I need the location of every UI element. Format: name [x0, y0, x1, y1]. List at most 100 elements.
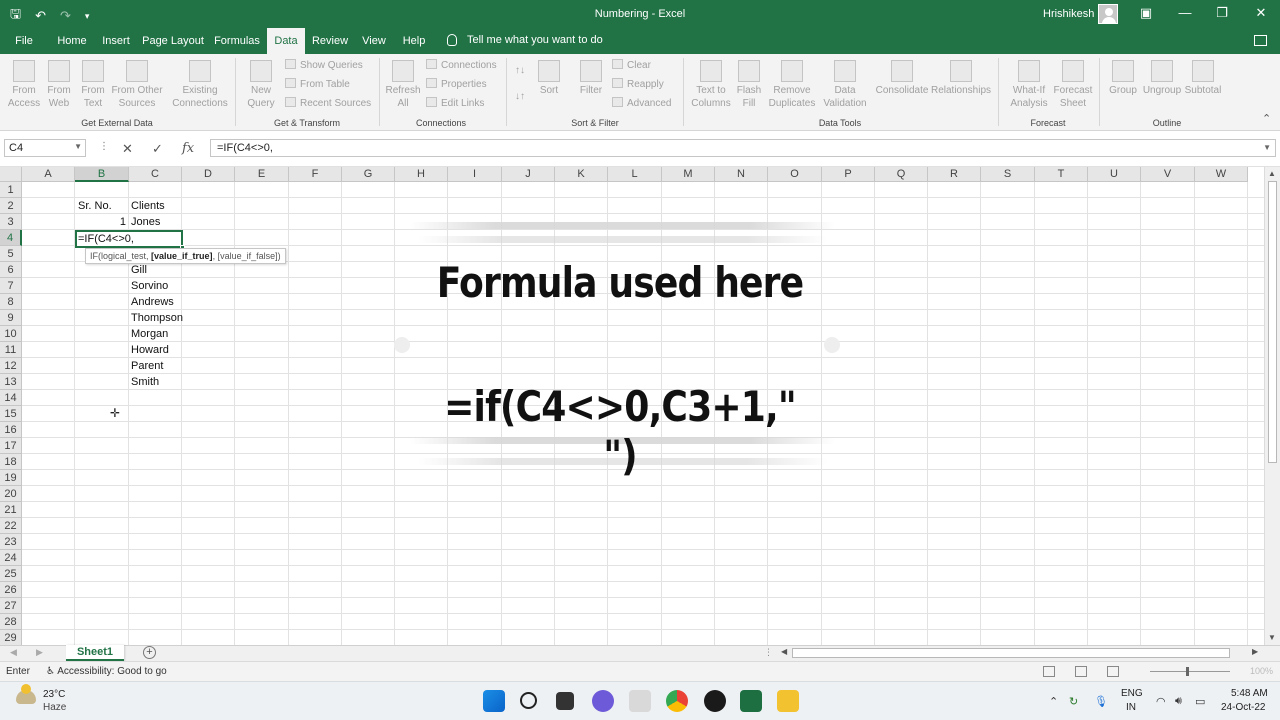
column-header-e[interactable]: E — [235, 167, 289, 182]
tab-help[interactable]: Help — [399, 28, 429, 54]
zoom-level[interactable]: 100% — [1250, 666, 1273, 676]
horizontal-scrollbar[interactable]: ◀ ▶ — [778, 647, 1264, 660]
cell-c9[interactable]: Thompson — [131, 310, 183, 326]
obs-icon[interactable] — [704, 690, 726, 712]
row-header-11[interactable]: 11 — [0, 342, 22, 358]
enter-check-icon[interactable]: ✓ — [152, 141, 163, 157]
row-header-19[interactable]: 19 — [0, 470, 22, 486]
tab-review[interactable]: Review — [311, 28, 349, 54]
row-header-29[interactable]: 29 — [0, 630, 22, 645]
normal-view-icon[interactable] — [1043, 666, 1055, 677]
row-header-3[interactable]: 3 — [0, 214, 22, 230]
sort-ascending-icon[interactable]: ↑↓ — [515, 64, 525, 78]
from-access-button[interactable]: From Access — [6, 60, 42, 110]
add-sheet-icon[interactable]: + — [143, 646, 156, 659]
new-query-button[interactable]: New Query — [240, 60, 282, 110]
edit-links-button[interactable]: Edit Links — [426, 97, 484, 111]
tab-page-layout[interactable]: Page Layout — [142, 28, 204, 54]
worksheet-grid[interactable]: ABCDEFGHIJKLMNOPQRSTUVW 1 2 3 4 5 6 7 8 9 10 11 12 1… — [0, 167, 1264, 645]
clock-date[interactable]: 24-Oct-22 — [1221, 702, 1265, 713]
cell-c11[interactable]: Howard — [131, 342, 169, 358]
column-header-q[interactable]: Q — [875, 167, 928, 182]
advanced-filter-button[interactable]: Advanced — [612, 97, 671, 111]
excel-icon[interactable] — [740, 690, 762, 712]
vertical-scroll-thumb[interactable] — [1268, 181, 1277, 463]
cell-c2[interactable]: Clients — [131, 198, 165, 214]
ungroup-button[interactable]: Ungroup — [1141, 60, 1183, 97]
close-icon[interactable]: ✕ — [1251, 5, 1271, 21]
page-break-view-icon[interactable] — [1107, 666, 1119, 677]
column-header-n[interactable]: N — [715, 167, 768, 182]
cell-b2[interactable]: Sr. No. — [78, 198, 112, 214]
tab-data[interactable]: Data — [267, 28, 305, 54]
row-header-5[interactable]: 5 — [0, 246, 22, 262]
vertical-scrollbar[interactable]: ▲ ▼ — [1264, 167, 1280, 645]
tab-formulas[interactable]: Formulas — [213, 28, 261, 54]
row-header-25[interactable]: 25 — [0, 566, 22, 582]
row-header-20[interactable]: 20 — [0, 486, 22, 502]
what-if-analysis-button[interactable]: What-If Analysis — [1004, 60, 1054, 110]
tab-view[interactable]: View — [359, 28, 389, 54]
row-header-17[interactable]: 17 — [0, 438, 22, 454]
tab-file[interactable]: File — [10, 28, 38, 54]
tab-split-icon[interactable]: ⋮ — [764, 647, 773, 658]
column-header-o[interactable]: O — [768, 167, 822, 182]
page-layout-view-icon[interactable] — [1075, 666, 1087, 677]
row-header-14[interactable]: 14 — [0, 390, 22, 406]
row-header-21[interactable]: 21 — [0, 502, 22, 518]
teams-chat-icon[interactable] — [592, 690, 614, 712]
row-header-23[interactable]: 23 — [0, 534, 22, 550]
row-header-4[interactable]: 4 — [0, 230, 22, 246]
row-header-10[interactable]: 10 — [0, 326, 22, 342]
cell-c6[interactable]: Gill — [131, 262, 147, 278]
group-button[interactable]: Group — [1104, 60, 1142, 97]
column-header-d[interactable]: D — [182, 167, 235, 182]
row-header-13[interactable]: 13 — [0, 374, 22, 390]
region-indicator[interactable]: IN — [1126, 702, 1136, 713]
row-header-26[interactable]: 26 — [0, 582, 22, 598]
column-header-h[interactable]: H — [395, 167, 448, 182]
column-header-c[interactable]: C — [129, 167, 182, 182]
scroll-right-icon[interactable]: ▶ — [1252, 647, 1258, 656]
next-sheet-icon[interactable]: ▶ — [36, 647, 43, 658]
cell-c13[interactable]: Smith — [131, 374, 159, 390]
column-header-m[interactable]: M — [662, 167, 715, 182]
chevron-down-icon[interactable]: ▼ — [74, 142, 82, 151]
paint-icon[interactable] — [629, 690, 651, 712]
cell-c12[interactable]: Parent — [131, 358, 163, 374]
horizontal-scroll-thumb[interactable] — [792, 648, 1230, 658]
sort-descending-icon[interactable]: ↓↑ — [515, 90, 525, 104]
sort-button[interactable]: Sort — [536, 60, 562, 97]
column-header-s[interactable]: S — [981, 167, 1035, 182]
column-header-i[interactable]: I — [448, 167, 502, 182]
row-header-1[interactable]: 1 — [0, 182, 22, 198]
row-header-15[interactable]: 15 — [0, 406, 22, 422]
column-header-k[interactable]: K — [555, 167, 608, 182]
language-indicator[interactable]: ENG — [1121, 688, 1143, 699]
row-header-12[interactable]: 12 — [0, 358, 22, 374]
collapse-ribbon-icon[interactable]: ⌃ — [1262, 112, 1271, 126]
active-cell-editor[interactable]: =IF(C4<>0, — [75, 230, 185, 250]
cell-b3[interactable]: 1 — [76, 214, 126, 230]
restore-icon[interactable]: ❐ — [1212, 5, 1232, 21]
remove-duplicates-button[interactable]: Remove Duplicates — [765, 60, 819, 110]
clock-time[interactable]: 5:48 AM — [1231, 688, 1268, 699]
zoom-slider-knob[interactable] — [1186, 667, 1189, 676]
filter-button[interactable]: Filter — [576, 60, 606, 97]
comments-icon[interactable] — [1254, 35, 1267, 46]
avatar[interactable] — [1098, 4, 1118, 24]
from-other-sources-button[interactable]: From Other Sources — [110, 60, 164, 110]
consolidate-button[interactable]: Consolidate — [873, 60, 931, 97]
insert-function-icon[interactable]: fx — [182, 141, 194, 156]
column-header-a[interactable]: A — [22, 167, 75, 182]
cancel-icon[interactable]: ✕ — [122, 141, 133, 157]
tab-insert[interactable]: Insert — [99, 28, 133, 54]
column-header-w[interactable]: W — [1195, 167, 1248, 182]
column-header-b[interactable]: B — [75, 167, 129, 182]
flash-fill-button[interactable]: Flash Fill — [735, 60, 763, 110]
tell-me-search[interactable]: Tell me what you want to do — [467, 34, 603, 46]
column-header-u[interactable]: U — [1088, 167, 1141, 182]
row-header-7[interactable]: 7 — [0, 278, 22, 294]
sheet-tab-sheet1[interactable]: Sheet1 — [66, 645, 124, 662]
formula-input[interactable]: =IF(C4<>0, ▼ — [210, 139, 1276, 157]
